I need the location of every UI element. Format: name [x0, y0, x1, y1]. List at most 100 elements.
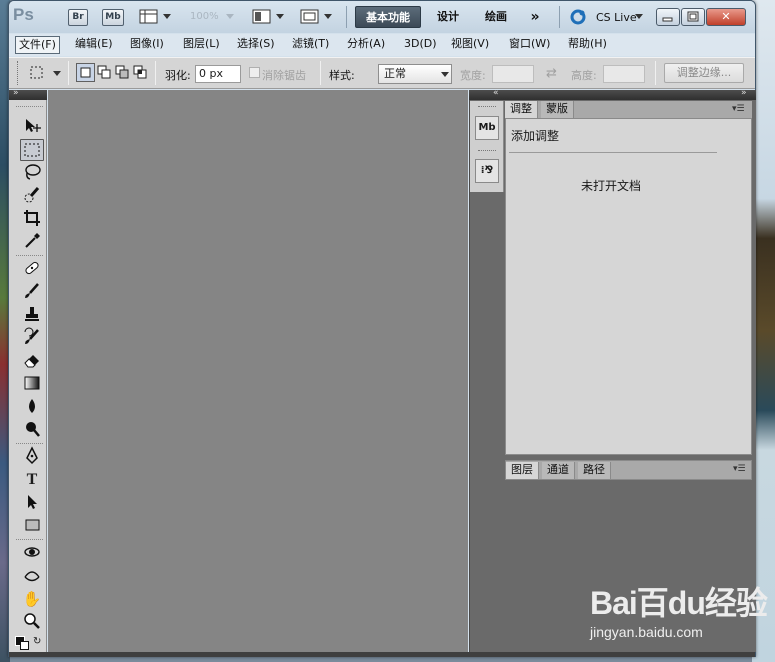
cslive-chevron-icon[interactable]	[635, 14, 643, 19]
swap-colors-icon[interactable]: ↻	[33, 636, 41, 647]
blur-tool-icon[interactable]	[20, 396, 44, 418]
hand-tool-icon[interactable]: ✋	[20, 588, 44, 610]
panel-divider	[509, 152, 717, 153]
more-workspaces-button[interactable]: »	[525, 6, 545, 28]
intersect-selection-icon[interactable]	[131, 63, 150, 82]
menu-analysis[interactable]: 分析(A)	[344, 36, 388, 54]
tab-adjustments[interactable]: 调整	[505, 101, 538, 118]
workspace-painting[interactable]: 绘画	[478, 6, 514, 28]
collapse-dock-icon[interactable]: «	[493, 88, 499, 98]
background-color-swatch[interactable]	[20, 641, 29, 650]
type-tool-icon[interactable]: T	[20, 469, 44, 491]
panel-dock-header[interactable]: « »	[469, 88, 756, 100]
expand-dock-icon[interactable]: »	[741, 88, 747, 98]
adjustments-panel	[505, 101, 752, 455]
dodge-tool-icon[interactable]	[20, 419, 44, 441]
add-selection-icon[interactable]	[95, 63, 114, 82]
bridge-button[interactable]: Br	[68, 9, 88, 26]
minibridge-button[interactable]: Mb	[102, 9, 124, 26]
tab-masks[interactable]: 蒙版	[541, 101, 574, 118]
arrange-documents-icon[interactable]	[252, 8, 272, 26]
crop-tool-icon[interactable]	[20, 208, 44, 230]
3d-orbit-tool-icon[interactable]	[20, 565, 44, 587]
cslive-label[interactable]: CS Live	[596, 11, 637, 24]
feather-input[interactable]: 0 px	[195, 65, 241, 83]
watermark-brand: Bai百du经验	[590, 585, 768, 621]
ps-logo: Ps	[13, 5, 34, 24]
options-grip[interactable]	[17, 61, 20, 85]
layers-panel-menu-icon[interactable]: ▾☰	[733, 464, 746, 474]
pen-tool-icon[interactable]	[20, 446, 44, 468]
marquee-preset-icon[interactable]	[27, 63, 46, 82]
height-input[interactable]	[603, 65, 645, 83]
new-selection-icon[interactable]	[76, 63, 95, 82]
restore-button[interactable]	[681, 8, 705, 26]
zoom-chevron-icon	[226, 14, 234, 19]
tab-channels[interactable]: 通道	[542, 462, 575, 479]
canvas-area[interactable]	[48, 90, 468, 652]
zoom-level: 100%	[190, 11, 219, 22]
subtract-selection-icon[interactable]	[113, 63, 132, 82]
zoom-tool-icon[interactable]	[20, 611, 44, 633]
options-divider	[655, 61, 656, 85]
width-input[interactable]	[492, 65, 534, 83]
minibridge-panel-icon[interactable]: Mb	[475, 116, 499, 140]
adjustments-tabbar: 调整 蒙版 ▾☰	[505, 101, 752, 119]
cslive-icon[interactable]	[570, 9, 586, 25]
menu-layer[interactable]: 图层(L)	[180, 36, 223, 54]
style-select[interactable]: 正常	[378, 64, 452, 84]
rectangle-tool-icon[interactable]	[20, 515, 44, 537]
options-divider	[155, 61, 156, 85]
workspace-essentials[interactable]: 基本功能	[355, 6, 421, 28]
screen-mode-chevron-icon[interactable]	[324, 14, 332, 19]
watermark-url: jingyan.baidu.com	[590, 624, 703, 640]
chevron-down-icon[interactable]	[163, 14, 171, 19]
menu-edit[interactable]: 编辑(E)	[72, 36, 116, 54]
refine-edge-button[interactable]: 调整边缘...	[664, 63, 744, 83]
height-label: 高度:	[571, 69, 597, 82]
move-tool-icon[interactable]	[20, 116, 44, 138]
antialias-checkbox[interactable]	[249, 67, 260, 78]
clone-stamp-tool-icon[interactable]	[20, 304, 44, 326]
lasso-tool-icon[interactable]	[20, 162, 44, 184]
panel-menu-icon[interactable]: ▾☰	[732, 104, 745, 114]
path-selection-tool-icon[interactable]	[20, 492, 44, 514]
preset-chevron-icon[interactable]	[53, 71, 61, 76]
view-extras-icon[interactable]	[139, 8, 159, 26]
gradient-tool-icon[interactable]	[20, 373, 44, 395]
workspace-design[interactable]: 设计	[430, 6, 466, 28]
menu-filter[interactable]: 滤镜(T)	[289, 36, 332, 54]
tools-panel-header[interactable]: »	[9, 88, 47, 100]
quick-selection-tool-icon[interactable]	[20, 185, 44, 207]
3d-rotate-tool-icon[interactable]	[20, 542, 44, 564]
close-button[interactable]: ✕	[706, 8, 746, 26]
screen-mode-icon[interactable]	[300, 8, 320, 26]
menu-file[interactable]: 文件(F)	[15, 36, 60, 54]
healing-brush-tool-icon[interactable]	[20, 258, 44, 280]
style-select-value: 正常	[384, 67, 406, 80]
tab-layers[interactable]: 图层	[506, 462, 539, 479]
eraser-tool-icon[interactable]	[20, 350, 44, 372]
brush-tool-icon[interactable]	[20, 281, 44, 303]
add-adjustment-heading: 添加调整	[511, 129, 560, 143]
menu-image[interactable]: 图像(I)	[127, 36, 167, 54]
appbar-divider	[346, 6, 347, 28]
arrange-chevron-icon[interactable]	[276, 14, 284, 19]
history-brush-tool-icon[interactable]	[20, 327, 44, 349]
menu-3d[interactable]: 3D(D)	[401, 36, 440, 54]
window-bottom-edge	[9, 652, 755, 657]
menu-help[interactable]: 帮助(H)	[565, 36, 610, 54]
tab-paths[interactable]: 路径	[578, 462, 611, 479]
menu-window[interactable]: 窗口(W)	[506, 36, 553, 54]
tools-divider	[16, 255, 43, 256]
marquee-tool-icon[interactable]	[20, 139, 44, 161]
adjustment-preset-icon[interactable]: ⁞⅋	[475, 159, 499, 183]
tools-divider	[16, 539, 43, 540]
menu-view[interactable]: 视图(V)	[448, 36, 492, 54]
eyedropper-tool-icon[interactable]	[20, 231, 44, 253]
swap-icon[interactable]: ⇄	[546, 66, 557, 81]
collapse-tools-icon[interactable]: »	[13, 88, 19, 98]
menu-select[interactable]: 选择(S)	[234, 36, 278, 54]
minimize-button[interactable]	[656, 8, 680, 26]
no-document-message: 未打开文档	[581, 179, 642, 193]
